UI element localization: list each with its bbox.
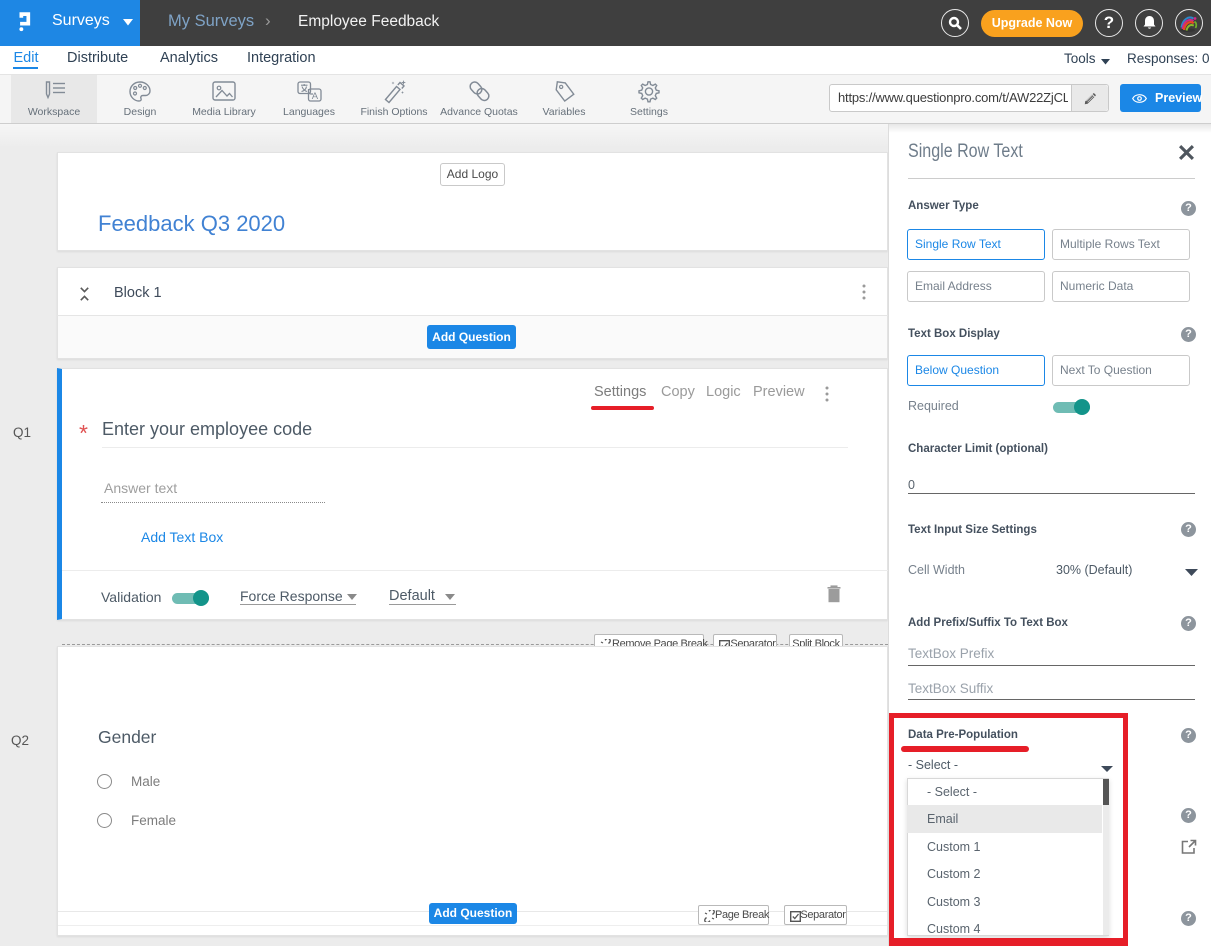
svg-text:A: A xyxy=(312,91,319,102)
